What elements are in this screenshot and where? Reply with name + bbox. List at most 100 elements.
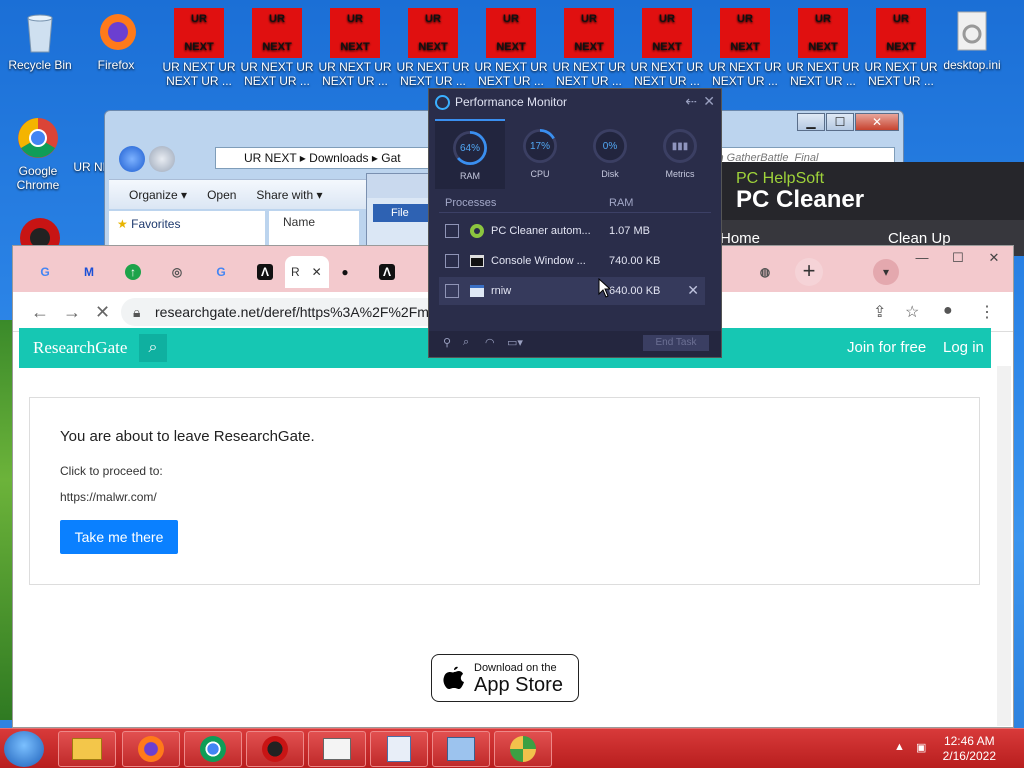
ur-icon-top: UR: [425, 13, 441, 25]
minimize-button[interactable]: ▁: [797, 113, 825, 131]
taskbar-perfmon[interactable]: [432, 731, 490, 767]
desktop-icon-ur-next[interactable]: UR NEXT UR NEXT UR NEXT UR ...: [550, 8, 628, 88]
tab-google-2[interactable]: G: [207, 256, 247, 288]
menu-icon[interactable]: ⋮: [979, 302, 995, 322]
search-icon[interactable]: ⌕: [463, 336, 469, 349]
collapse-arrow-icon[interactable]: ⇠: [685, 93, 697, 110]
ur-icon-top: UR: [503, 13, 519, 25]
speed-icon[interactable]: ◠: [485, 336, 495, 349]
gauge-label: Metrics: [665, 169, 695, 179]
tab-globe[interactable]: ◍: [751, 256, 791, 288]
process-row[interactable]: rniw 640.00 KB ✕: [439, 277, 705, 305]
kill-process-icon[interactable]: ✕: [687, 282, 699, 299]
process-checkbox[interactable]: [445, 224, 459, 238]
tab-malwarebytes[interactable]: M: [75, 256, 115, 288]
breadcrumb-item[interactable]: Downloads: [309, 151, 368, 165]
column-header-processes[interactable]: Processes: [445, 197, 496, 209]
desktop-icon-recycle-bin[interactable]: Recycle Bin: [4, 8, 76, 72]
pin-icon[interactable]: ⚲: [443, 336, 451, 349]
close-tab-icon[interactable]: ✕: [312, 265, 322, 279]
log-in-link[interactable]: Log in: [943, 339, 984, 356]
taskbar-firefox[interactable]: [122, 731, 180, 767]
desktop-icon-ur-next[interactable]: UR NEXT UR NEXT UR NEXT UR ...: [316, 8, 394, 88]
desktop-icon-ur-next[interactable]: UR NEXT UR NEXT UR NEXT UR ...: [238, 8, 316, 88]
desktop-icon-ur-next[interactable]: UR NEXT UR NEXT UR NEXT UR ...: [862, 8, 940, 88]
forward-button[interactable]: [149, 146, 175, 172]
back-arrow-icon[interactable]: ←: [31, 302, 49, 323]
researchgate-logo[interactable]: ResearchGate: [33, 338, 127, 358]
process-row[interactable]: Console Window ... 740.00 KB: [439, 247, 705, 275]
performance-monitor-window[interactable]: Performance Monitor ⇠ ✕ 64% RAM 17% CPU …: [428, 88, 722, 358]
tab-search-button[interactable]: ▾: [873, 259, 899, 285]
desktop-icon-google-chrome[interactable]: Google Chrome: [2, 114, 74, 192]
desktop-icon-firefox[interactable]: Firefox: [80, 8, 152, 72]
tab-chrome[interactable]: ◎: [163, 256, 203, 288]
organize-button[interactable]: Organize ▾: [129, 188, 187, 202]
ur-icon-top: UR: [659, 13, 675, 25]
arch-icon: Λ: [379, 264, 395, 280]
gauge-label: CPU: [530, 169, 550, 179]
app-store-badge[interactable]: Download on the App Store: [431, 654, 579, 702]
tray-expand-icon[interactable]: ▲: [894, 741, 905, 753]
process-checkbox[interactable]: [445, 254, 459, 268]
join-for-free-link[interactable]: Join for free: [847, 339, 926, 356]
end-task-button[interactable]: End Task: [643, 335, 709, 351]
display-icon[interactable]: ▭▾: [507, 336, 523, 349]
desktop-icon-ur-next[interactable]: UR NEXT UR NEXT UR NEXT UR ...: [472, 8, 550, 88]
nav-item-favorites[interactable]: ★ Favorites: [109, 211, 265, 237]
column-header-ram[interactable]: RAM: [609, 197, 633, 209]
back-button[interactable]: [119, 146, 145, 172]
desktop-icon-desktop-ini[interactable]: desktop.ini: [936, 8, 1008, 72]
profile-icon[interactable]: ●: [943, 302, 953, 320]
gauge-metrics[interactable]: ▮▮▮ Metrics: [645, 119, 715, 189]
pc-cleaner-window[interactable]: PC HelpSoft PC Cleaner Home Clean Up: [700, 162, 1024, 256]
desktop-icon-ur-next[interactable]: UR NEXT UR NEXT UR NEXT UR ...: [160, 8, 238, 88]
tab-researchgate[interactable]: R ✕: [285, 256, 329, 288]
desktop-icon-ur-next[interactable]: UR NEXT UR NEXT UR NEXT UR ...: [628, 8, 706, 88]
gauge-cpu[interactable]: 17% CPU: [505, 119, 575, 189]
taskbar-chrome[interactable]: [184, 731, 242, 767]
gauge-disk[interactable]: 0% Disk: [575, 119, 645, 189]
take-me-there-button[interactable]: Take me there: [60, 520, 178, 554]
office-window[interactable]: File: [366, 173, 436, 253]
desktop-icon-ur-next[interactable]: UR NEXT UR NEXT UR NEXT UR ...: [706, 8, 784, 88]
clock[interactable]: 12:46 AM 2/16/2022: [943, 734, 996, 764]
desktop-icon-ur-next[interactable]: UR NEXT UR NEXT UR NEXT UR ...: [394, 8, 472, 88]
file-tab[interactable]: File: [373, 204, 429, 222]
tab-github[interactable]: ●: [331, 256, 371, 288]
minimize-button[interactable]: —: [909, 250, 935, 266]
taskbar-window[interactable]: [308, 731, 366, 767]
clock-date: 2/16/2022: [942, 749, 996, 763]
taskbar-office[interactable]: [370, 731, 428, 767]
taskbar-app[interactable]: [246, 731, 304, 767]
tab-arch-2[interactable]: Λ: [373, 256, 413, 288]
ur-icon-bottom: NEXT: [808, 41, 838, 53]
gauge-ram[interactable]: 64% RAM: [435, 119, 505, 189]
close-button[interactable]: ✕: [981, 250, 1007, 266]
taskbar-explorer[interactable]: [58, 731, 116, 767]
open-button[interactable]: Open: [207, 188, 236, 202]
process-row[interactable]: PC Cleaner autom... 1.07 MB: [439, 217, 705, 245]
tab-green[interactable]: ↑: [119, 256, 159, 288]
share-icon[interactable]: ⇪: [873, 302, 886, 322]
tab-google[interactable]: G: [31, 256, 71, 288]
process-checkbox[interactable]: [445, 284, 459, 298]
column-header-name[interactable]: Name: [283, 215, 315, 229]
maximize-button[interactable]: ☐: [945, 250, 971, 266]
breadcrumb-item[interactable]: Gat: [381, 151, 400, 165]
network-icon[interactable]: ▣: [916, 741, 926, 754]
stop-loading-icon[interactable]: ✕: [95, 302, 110, 323]
breadcrumb-item[interactable]: UR NEXT: [244, 151, 296, 165]
close-icon[interactable]: ✕: [703, 93, 715, 110]
start-button[interactable]: [4, 731, 44, 767]
share-with-button[interactable]: Share with ▾: [256, 188, 322, 202]
maximize-button[interactable]: ☐: [826, 113, 854, 131]
search-icon[interactable]: ⌕: [139, 334, 167, 362]
bookmark-star-icon[interactable]: ☆: [905, 302, 919, 322]
taskbar-security[interactable]: [494, 731, 552, 767]
new-tab-button[interactable]: +: [795, 258, 823, 286]
close-button[interactable]: ✕: [855, 113, 899, 131]
forward-arrow-icon[interactable]: →: [63, 302, 81, 323]
desktop-icon-ur-next[interactable]: UR NEXT UR NEXT UR NEXT UR ...: [784, 8, 862, 88]
page-scrollbar[interactable]: [997, 366, 1011, 726]
